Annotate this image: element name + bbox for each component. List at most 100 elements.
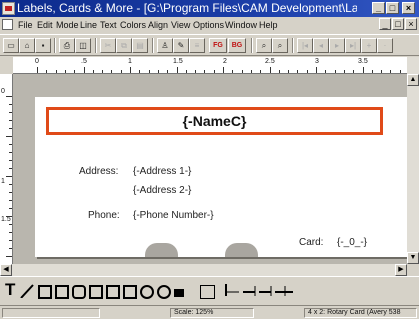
menu-options[interactable]: Options: [193, 20, 224, 30]
square-tool-icon[interactable]: [106, 285, 120, 299]
zoom-in-icon[interactable]: ⌕: [256, 38, 272, 53]
horizontal-ruler: 0 .5 1 1.5 2 2.5 3 3.5: [13, 57, 410, 74]
image-tool-icon[interactable]: [174, 289, 184, 297]
open-folder-icon[interactable]: ⌂: [19, 38, 35, 53]
ruler-tick: [6, 96, 12, 97]
last-record-icon[interactable]: ▸|: [345, 38, 361, 53]
toolbar-separator: [292, 38, 294, 53]
save-disk-icon[interactable]: ▪: [35, 38, 51, 53]
card-label[interactable]: Card:: [299, 237, 323, 248]
background-color-button[interactable]: BG: [228, 38, 246, 53]
new-file-icon[interactable]: ▭: [3, 38, 19, 53]
vertical-ruler: 0 1 1.5: [0, 74, 13, 264]
menu-line[interactable]: Line: [80, 20, 97, 30]
ruler-corner: [0, 57, 13, 74]
rectangle-tool-icon[interactable]: [38, 285, 52, 299]
menu-mode[interactable]: Mode: [56, 20, 79, 30]
address-label[interactable]: Address:: [79, 166, 118, 177]
text-tool[interactable]: T: [5, 281, 15, 299]
scroll-left-icon[interactable]: ◀: [0, 264, 12, 276]
filled-rect-tool-icon[interactable]: [123, 285, 137, 299]
ruler-tick: [260, 70, 262, 73]
card-type-status: 4 x 2: Rotary Card (Avery 538: [304, 308, 417, 318]
ellipse-tool-icon[interactable]: [157, 285, 171, 299]
toolbar: ▭ ⌂ ▪ ⎙ ◫ ✂ ⧉ ▤ ♙ ✎ ≡ FG BG ⌕ ⌕ |◂ ◂ ▸ ▸…: [0, 34, 419, 56]
doc-restore-button[interactable]: □: [392, 18, 404, 30]
rotary-card[interactable]: {-NameC} Address: {-Address 1-} {-Addres…: [35, 97, 407, 257]
line-tool-icon[interactable]: [20, 284, 34, 298]
zoom-out-icon[interactable]: ⌕: [272, 38, 288, 53]
scroll-right-icon[interactable]: ▶: [395, 264, 407, 276]
app-icon[interactable]: [2, 2, 15, 15]
scroll-up-icon[interactable]: ▲: [407, 74, 419, 86]
card-number-field[interactable]: {-_0_-}: [337, 237, 367, 248]
address-1-field[interactable]: {-Address 1-}: [133, 166, 191, 177]
close-button[interactable]: ×: [402, 2, 415, 14]
menu-align[interactable]: Align: [148, 20, 168, 30]
title-bar[interactable]: Labels, Cards & More - [G:\Program Files…: [0, 0, 419, 17]
name-field[interactable]: {-NameC}: [49, 110, 380, 132]
cut-icon[interactable]: ✂: [100, 38, 116, 53]
line-style-icon[interactable]: [225, 282, 295, 296]
first-record-icon[interactable]: |◂: [297, 38, 313, 53]
menu-help[interactable]: Help: [259, 20, 278, 30]
copy-icon[interactable]: ⧉: [116, 38, 132, 53]
scroll-down-icon[interactable]: ▼: [407, 252, 419, 264]
next-record-icon[interactable]: ▸: [329, 38, 345, 53]
menu-edit[interactable]: Edit: [37, 20, 53, 30]
ruler-label: 3: [315, 58, 319, 65]
ruler-tick: [9, 240, 12, 241]
frame-tool-icon[interactable]: [89, 285, 103, 299]
horizontal-scrollbar[interactable]: ◀ ▶: [0, 264, 407, 276]
ruler-tick: [250, 70, 252, 73]
ruler-tick: [9, 144, 12, 145]
foreground-color-button[interactable]: FG: [209, 38, 227, 53]
ruler-tick: [306, 70, 308, 73]
barcode-tool-icon[interactable]: [200, 285, 215, 299]
ruler-tick: [316, 67, 317, 73]
format-icon[interactable]: ✎: [173, 38, 189, 53]
record-icon[interactable]: ·: [377, 38, 393, 53]
phone-field[interactable]: {-Phone Number-}: [133, 210, 214, 221]
name-field-box[interactable]: {-NameC}: [46, 107, 383, 135]
ruler-tick: [399, 70, 401, 73]
previous-record-icon[interactable]: ◂: [313, 38, 329, 53]
properties-icon[interactable]: ♙: [157, 38, 173, 53]
ruler-tick: [9, 248, 12, 249]
doc-close-button[interactable]: ×: [405, 18, 417, 30]
add-record-icon[interactable]: +: [361, 38, 377, 53]
ruler-tick: [102, 70, 104, 73]
minimize-button[interactable]: _: [372, 2, 385, 14]
status-bar: Scale: 125% 4 x 2: Rotary Card (Avery 53…: [0, 305, 419, 319]
box-tool-icon[interactable]: [55, 285, 69, 299]
align-icon[interactable]: ≡: [189, 38, 205, 53]
circle-tool-icon[interactable]: [140, 285, 154, 299]
menu-text[interactable]: Text: [100, 20, 117, 30]
print-preview-icon[interactable]: ◫: [75, 38, 91, 53]
ruler-tick: [362, 67, 364, 73]
menu-colors[interactable]: Colors: [120, 20, 146, 30]
ruler-tick: [9, 104, 12, 105]
ruler-tick: [288, 70, 290, 73]
ruler-label: 1: [128, 58, 132, 65]
ruler-tick: [9, 120, 12, 121]
address-2-field[interactable]: {-Address 2-}: [133, 185, 191, 196]
document-icon[interactable]: [2, 19, 13, 30]
ruler-label: 1.5: [1, 216, 11, 223]
ruler-tick: [278, 70, 280, 73]
ruler-tick: [390, 70, 392, 73]
rounded-rect-tool-icon[interactable]: [72, 285, 86, 299]
vertical-scrollbar[interactable]: ▲ ▼: [407, 57, 419, 264]
phone-label[interactable]: Phone:: [88, 210, 120, 221]
ruler-tick: [139, 70, 141, 73]
menu-file[interactable]: File: [18, 20, 33, 30]
maximize-button[interactable]: □: [386, 2, 399, 14]
doc-minimize-button[interactable]: _: [379, 18, 391, 30]
print-icon[interactable]: ⎙: [59, 38, 75, 53]
paste-icon[interactable]: ▤: [132, 38, 148, 53]
rotary-notch-right: [225, 243, 258, 257]
ruler-tick: [6, 136, 12, 137]
menu-view[interactable]: View: [171, 20, 190, 30]
menu-window[interactable]: Window: [225, 20, 257, 30]
design-workspace[interactable]: {-NameC} Address: {-Address 1-} {-Addres…: [13, 74, 407, 264]
